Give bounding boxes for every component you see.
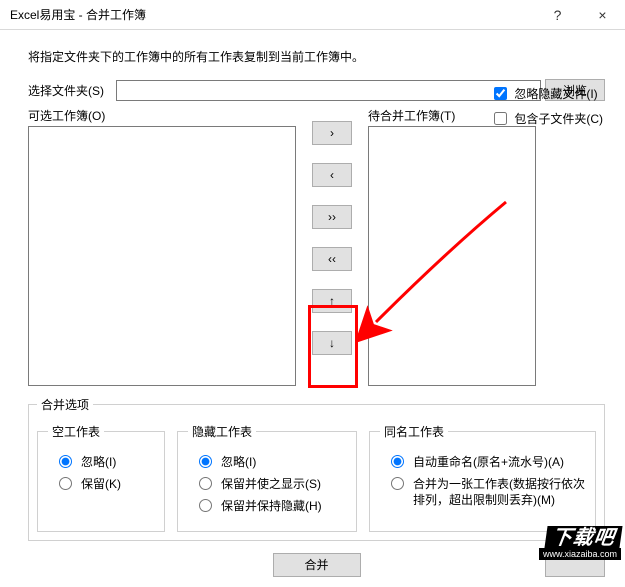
left-list-column: 可选工作簿(O): [28, 107, 296, 386]
available-listbox[interactable]: [28, 126, 296, 386]
right-list-column: 待合并工作簿(T): [368, 107, 536, 386]
samename-auto-label: 自动重命名(原名+流水号)(A): [413, 454, 564, 470]
include-sub-label: 包含子文件夹(C): [514, 110, 603, 127]
samename-mergeone-input[interactable]: [391, 477, 404, 490]
hidden-keep-show-radio[interactable]: 保留并使之显示(S): [194, 476, 346, 492]
lists-area: 可选工作簿(O) › ‹ ›› ‹‹ ↑ ↓ 待合并: [28, 107, 605, 386]
window-title: Excel易用宝 - 合并工作簿: [10, 6, 535, 23]
samename-sheet-fieldset: 同名工作表 自动重命名(原名+流水号)(A) 合并为一张工作表(数据按行依次排列…: [369, 423, 596, 532]
bottom-buttons: 合并: [28, 553, 605, 577]
options-row: 空工作表 忽略(I) 保留(K) 隐藏工作表 忽略(I): [37, 423, 596, 532]
empty-sheet-legend: 空工作表: [48, 423, 104, 440]
hidden-sheet-fieldset: 隐藏工作表 忽略(I) 保留并使之显示(S) 保留并保持隐藏(H): [177, 423, 357, 532]
hidden-keep-hidden-label: 保留并保持隐藏(H): [221, 498, 322, 514]
dialog-content: 将指定文件夹下的工作簿中的所有工作表复制到当前工作簿中。 选择文件夹(S) 浏览…: [0, 30, 625, 587]
samename-mergeone-label: 合并为一张工作表(数据按行依次排列，超出限制则丢弃)(M): [413, 476, 585, 508]
right-checkboxes: 忽略隐藏文件(I) 包含子文件夹(C): [490, 84, 603, 128]
left-list-label: 可选工作簿(O): [28, 107, 296, 124]
hidden-keep-show-input[interactable]: [199, 477, 212, 490]
chevron-left-icon: ‹: [330, 168, 334, 182]
titlebar: Excel易用宝 - 合并工作簿 ? ×: [0, 0, 625, 30]
merge-button-label: 合并: [304, 556, 328, 573]
help-button[interactable]: ?: [535, 0, 580, 29]
merge-button[interactable]: 合并: [273, 553, 361, 577]
description-text: 将指定文件夹下的工作簿中的所有工作表复制到当前工作簿中。: [28, 48, 605, 65]
ignore-hidden-input[interactable]: [494, 87, 507, 100]
merge-options-legend: 合并选项: [37, 396, 93, 413]
ignore-hidden-checkbox[interactable]: 忽略隐藏文件(I): [490, 84, 603, 103]
remove-button[interactable]: ‹: [312, 163, 352, 187]
empty-keep-input[interactable]: [59, 477, 72, 490]
hidden-ignore-radio[interactable]: 忽略(I): [194, 454, 346, 470]
samename-mergeone-radio[interactable]: 合并为一张工作表(数据按行依次排列，超出限制则丢弃)(M): [386, 476, 585, 508]
arrow-up-icon: ↑: [329, 294, 335, 308]
ignore-hidden-label: 忽略隐藏文件(I): [514, 85, 597, 102]
hidden-sheet-legend: 隐藏工作表: [188, 423, 256, 440]
empty-ignore-radio[interactable]: 忽略(I): [54, 454, 154, 470]
merge-options-fieldset: 合并选项 空工作表 忽略(I) 保留(K) 隐藏工作表: [28, 396, 605, 541]
double-chevron-right-icon: ››: [328, 210, 336, 224]
empty-keep-label: 保留(K): [81, 476, 121, 492]
hidden-keep-show-label: 保留并使之显示(S): [221, 476, 321, 492]
samename-auto-input[interactable]: [391, 455, 404, 468]
window-controls: ? ×: [535, 0, 625, 29]
samename-sheet-legend: 同名工作表: [380, 423, 448, 440]
merge-options-area: 合并选项 空工作表 忽略(I) 保留(K) 隐藏工作表: [28, 396, 605, 541]
empty-sheet-fieldset: 空工作表 忽略(I) 保留(K): [37, 423, 165, 532]
samename-auto-radio[interactable]: 自动重命名(原名+流水号)(A): [386, 454, 585, 470]
move-up-button[interactable]: ↑: [312, 289, 352, 313]
add-all-button[interactable]: ››: [312, 205, 352, 229]
empty-ignore-label: 忽略(I): [81, 454, 116, 470]
hidden-keep-hidden-radio[interactable]: 保留并保持隐藏(H): [194, 498, 346, 514]
folder-label: 选择文件夹(S): [28, 82, 116, 99]
include-sub-input[interactable]: [494, 112, 507, 125]
empty-keep-radio[interactable]: 保留(K): [54, 476, 154, 492]
hidden-ignore-label: 忽略(I): [221, 454, 256, 470]
chevron-right-icon: ›: [330, 126, 334, 140]
middle-buttons: › ‹ ›› ‹‹ ↑ ↓: [296, 107, 368, 386]
hidden-keep-hidden-input[interactable]: [199, 499, 212, 512]
folder-input[interactable]: [116, 80, 541, 101]
secondary-button[interactable]: [545, 553, 605, 577]
remove-all-button[interactable]: ‹‹: [312, 247, 352, 271]
move-down-button[interactable]: ↓: [312, 331, 352, 355]
close-button[interactable]: ×: [580, 0, 625, 29]
target-listbox[interactable]: [368, 126, 536, 386]
hidden-ignore-input[interactable]: [199, 455, 212, 468]
empty-ignore-input[interactable]: [59, 455, 72, 468]
add-button[interactable]: ›: [312, 121, 352, 145]
arrow-down-icon: ↓: [329, 336, 335, 350]
include-sub-checkbox[interactable]: 包含子文件夹(C): [490, 109, 603, 128]
double-chevron-left-icon: ‹‹: [328, 252, 336, 266]
